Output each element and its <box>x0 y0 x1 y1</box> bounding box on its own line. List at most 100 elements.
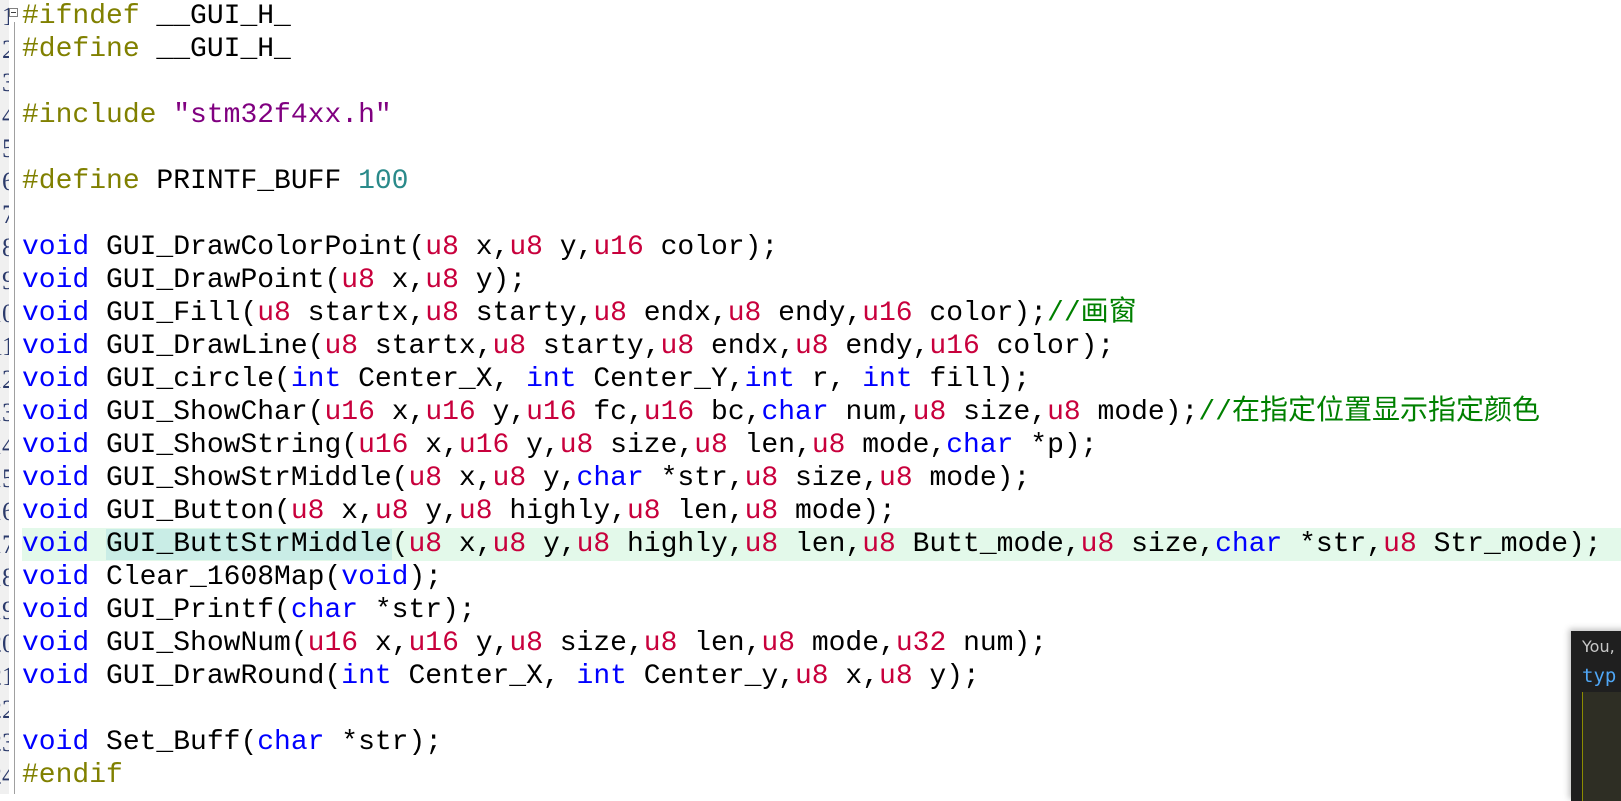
token-ty: u8 <box>425 232 459 263</box>
token-kw: int <box>862 364 913 395</box>
token-ty: u8 <box>1383 529 1417 560</box>
code-line[interactable]: #define PRINTF_BUFF 100 <box>22 165 1621 198</box>
token-kw: int <box>526 364 577 395</box>
token-kw: void <box>22 562 90 593</box>
token-kw: void <box>22 298 90 329</box>
code-line-current[interactable]: void GUI_ButtStrMiddle(u8 x,u8 y,u8 high… <box>22 528 1621 561</box>
line-number: 3 <box>2 68 9 97</box>
token-ty: u8 <box>879 661 913 692</box>
token-ty: u8 <box>257 298 291 329</box>
token-ty: u8 <box>744 529 779 560</box>
token-ty: u16 <box>408 628 459 659</box>
code-line[interactable]: #ifndef __GUI_H_ <box>22 0 1621 33</box>
token-ty: u8 <box>694 430 728 461</box>
token-kw: void <box>22 364 90 395</box>
token-ty: u8 <box>794 331 829 362</box>
line-number: 8 <box>2 233 9 262</box>
code-line[interactable]: void GUI_ShowNum(u16 x,u16 y,u8 size,u8 … <box>22 627 1621 660</box>
token-kw: char <box>946 430 1014 461</box>
line-number: 10 <box>0 299 9 328</box>
token-kw: int <box>290 364 342 395</box>
token-kw: int <box>576 661 627 692</box>
token-ty: u16 <box>929 331 980 362</box>
token-kw: void <box>22 595 90 626</box>
token-ty: u8 <box>593 298 627 329</box>
code-line[interactable]: #endif <box>22 759 1621 792</box>
token-kw: char <box>290 595 359 626</box>
token-pp: #define <box>22 166 140 197</box>
token-kw: void <box>22 430 90 461</box>
line-number: 24 <box>0 761 9 790</box>
code-line[interactable]: #define __GUI_H_ <box>22 33 1621 66</box>
token-ty: u8 <box>509 628 543 659</box>
token-ty: u8 <box>559 430 594 461</box>
code-line[interactable]: void GUI_circle(int Center_X, int Center… <box>22 363 1621 396</box>
line-number: 2 <box>2 35 9 64</box>
code-line[interactable]: void GUI_DrawLine(u8 startx,u8 starty,u8… <box>22 330 1621 363</box>
token-ty: u16 <box>458 430 510 461</box>
token-ty: u8 <box>626 496 661 527</box>
line-number: 11 <box>0 332 9 361</box>
line-number: 20 <box>0 629 9 658</box>
token-kw: char <box>1215 529 1283 560</box>
token-kw: int <box>341 661 392 692</box>
token-kw: void <box>22 463 90 494</box>
line-number: 12 <box>0 365 9 394</box>
token-ty: u8 <box>408 529 443 560</box>
token-ty: u8 <box>1080 529 1115 560</box>
code-line[interactable] <box>22 66 1621 99</box>
code-line[interactable] <box>22 693 1621 726</box>
token-ty: u8 <box>492 529 527 560</box>
token-ty: u16 <box>358 430 409 461</box>
line-number: 13 <box>0 398 9 427</box>
token-kw: char <box>257 727 325 758</box>
token-ty: u8 <box>794 661 829 692</box>
code-line[interactable] <box>22 132 1621 165</box>
token-ty: u8 <box>290 496 325 527</box>
code-line[interactable]: void GUI_DrawRound(int Center_X, int Cen… <box>22 660 1621 693</box>
token-kw: void <box>22 628 90 659</box>
line-number: 22 <box>0 695 9 724</box>
code-line[interactable] <box>22 198 1621 231</box>
token-ty: u16 <box>593 232 644 263</box>
line-number: 16 <box>0 497 9 526</box>
token-pp: #ifndef <box>22 1 140 32</box>
line-number: 18 <box>0 563 9 592</box>
line-number: 23 <box>0 728 9 757</box>
token-kw: int <box>744 364 795 395</box>
token-ty: u8 <box>811 430 846 461</box>
token-ty: u16 <box>425 397 476 428</box>
token-kw: void <box>22 265 90 296</box>
code-line[interactable]: void GUI_ShowChar(u16 x,u16 y,u16 fc,u16… <box>22 396 1621 429</box>
fold-guide-line <box>14 22 15 794</box>
token-ty: u8 <box>1047 397 1081 428</box>
token-ty: u8 <box>727 298 762 329</box>
token-ty: u8 <box>408 463 443 494</box>
code-line[interactable]: void GUI_DrawColorPoint(u8 x,u8 y,u16 co… <box>22 231 1621 264</box>
code-line[interactable]: void GUI_ShowString(u16 x,u16 y,u8 size,… <box>22 429 1621 462</box>
token-cm: //画窗 <box>1047 298 1137 329</box>
line-number: 14 <box>0 431 9 460</box>
token-ty: u8 <box>374 496 409 527</box>
token-ty: u8 <box>425 298 459 329</box>
token-ty: u16 <box>307 628 359 659</box>
code-line[interactable]: #include "stm32f4xx.h" <box>22 99 1621 132</box>
code-line[interactable]: void GUI_DrawPoint(u8 x,u8 y); <box>22 264 1621 297</box>
code-line[interactable]: void GUI_Printf(char *str); <box>22 594 1621 627</box>
code-line[interactable]: void GUI_Fill(u8 startx,u8 starty,u8 end… <box>22 297 1621 330</box>
token-ty: u8 <box>458 496 493 527</box>
token-kw: void <box>22 661 90 692</box>
code-line[interactable]: void GUI_ShowStrMiddle(u8 x,u8 y,char *s… <box>22 462 1621 495</box>
token-ty: u8 <box>425 265 459 296</box>
line-number: 1 <box>2 2 9 31</box>
token-kw: void <box>22 529 90 560</box>
code-line[interactable]: void Set_Buff(char *str); <box>22 726 1621 759</box>
line-number: 7 <box>2 200 9 229</box>
token-kw: char <box>761 397 829 428</box>
token-cm: //在指定位置显示指定颜色 <box>1198 397 1540 428</box>
code-line[interactable]: void GUI_Button(u8 x,u8 y,u8 highly,u8 l… <box>22 495 1621 528</box>
fold-collapse-icon[interactable] <box>9 8 18 17</box>
token-ty: u16 <box>862 298 913 329</box>
code-line[interactable]: void Clear_1608Map(void); <box>22 561 1621 594</box>
token-ty: u16 <box>526 397 577 428</box>
